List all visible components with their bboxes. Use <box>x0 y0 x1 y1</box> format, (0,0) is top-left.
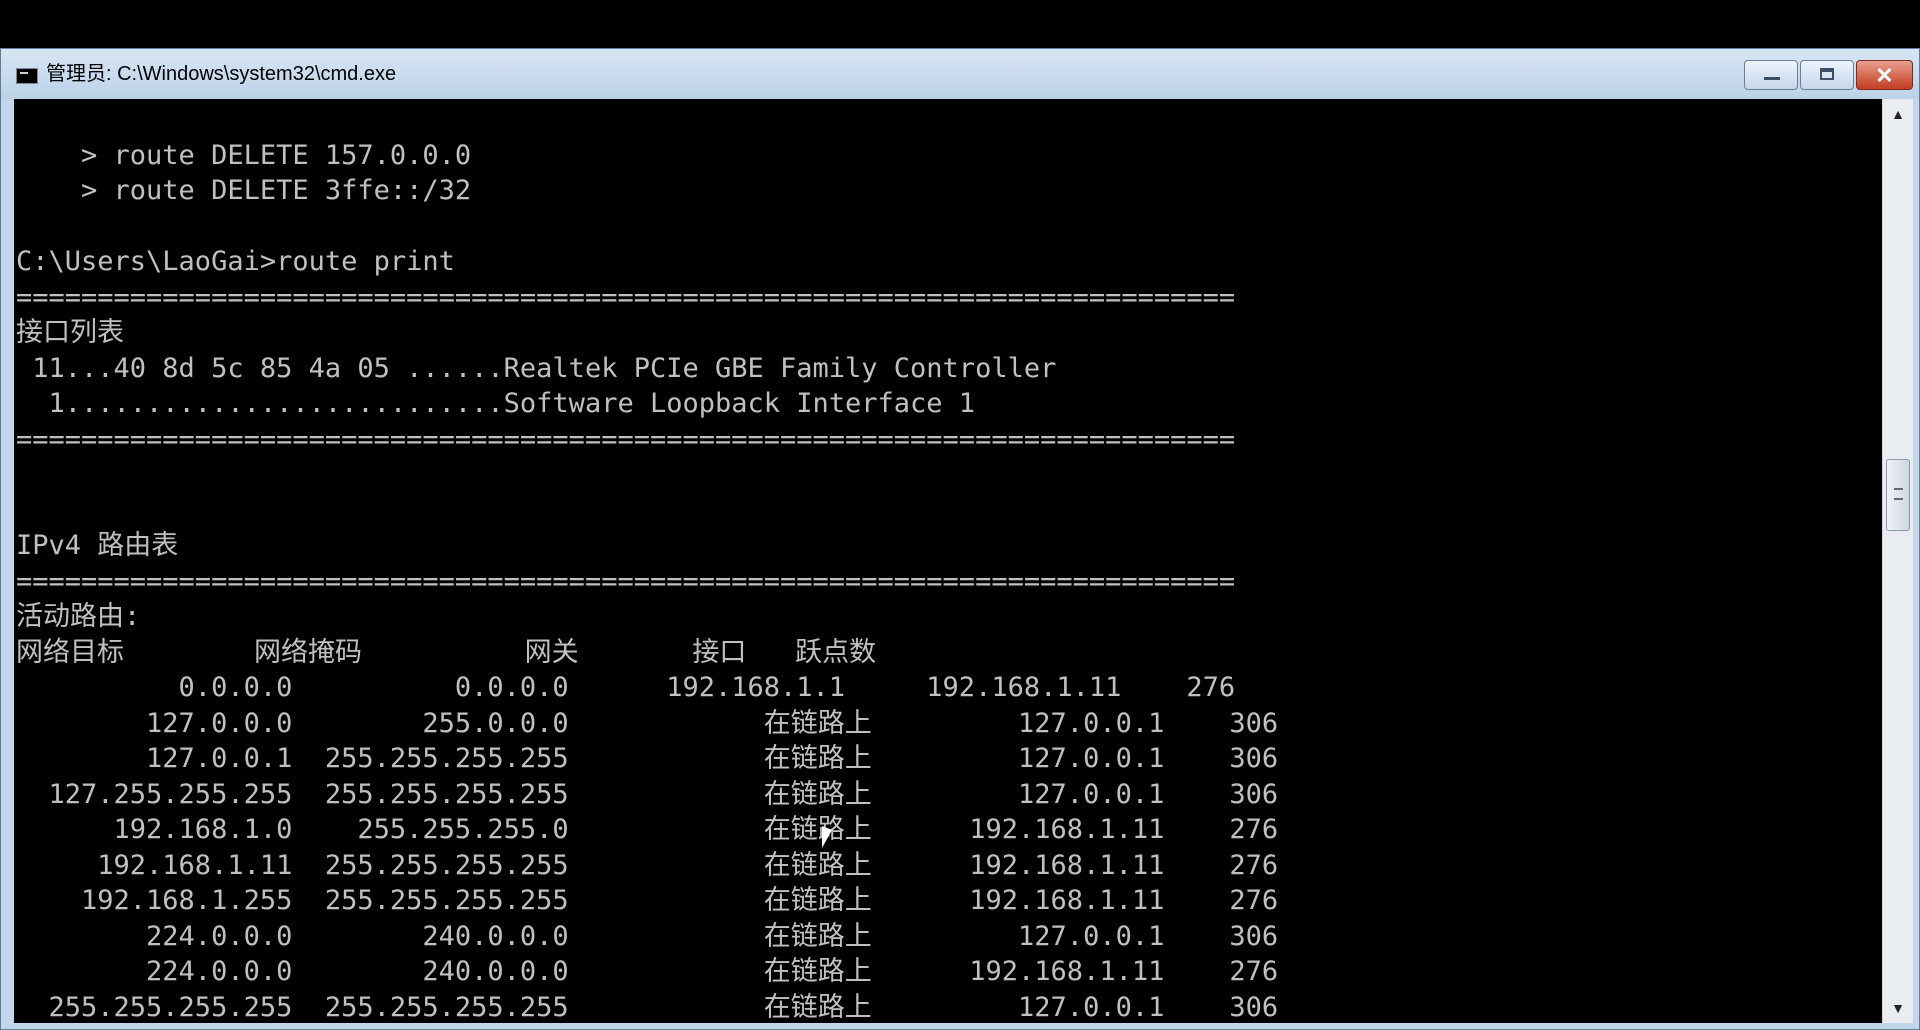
console-line: 224.0.0.0 240.0.0.0 在链路上 192.168.1.11 27… <box>16 956 1279 987</box>
console-line: 活动路由: <box>16 601 141 632</box>
window-title: 管理员: C:\Windows\system32\cmd.exe <box>46 63 397 85</box>
console-line: ========================================… <box>16 565 1236 597</box>
console-line: > route DELETE 157.0.0.0 <box>16 139 472 171</box>
console-line: 0.0.0.0 0.0.0.0 192.168.1.1 192.168.1.11… <box>16 672 1236 703</box>
console-line: 网络目标 网络掩码 网关 接口 跃点数 <box>16 636 877 668</box>
console-line: C:\Users\LaoGai>route print <box>16 246 455 277</box>
console-line: 127.0.0.1 255.255.255.255 在链路上 127.0.0.1… <box>16 743 1279 774</box>
console-line: 224.0.0.0 240.0.0.0 在链路上 127.0.0.1 306 <box>16 920 1279 952</box>
console-line: ========================================… <box>16 281 1236 313</box>
console-line: > route DELETE 3ffe::/32 <box>16 175 472 206</box>
vertical-scrollbar[interactable]: ▲ ▼ <box>1882 99 1913 1023</box>
console-line: ========================================… <box>16 423 1236 455</box>
console-line: 11...40 8d 5c 85 4a 05 ......Realtek PCI… <box>16 352 1057 384</box>
maximize-button[interactable] <box>1800 60 1854 90</box>
scroll-thumb[interactable] <box>1886 459 1910 531</box>
close-icon: ✕ <box>1875 63 1894 88</box>
cmd-icon[interactable] <box>16 68 38 84</box>
mouse-pointer-icon <box>822 826 832 848</box>
console-line: 192.168.1.11 255.255.255.255 在链路上 192.16… <box>16 849 1279 881</box>
cmd-window: 管理员: C:\Windows\system32\cmd.exe ✕ > rou… <box>0 48 1920 1030</box>
scroll-down-icon[interactable]: ▼ <box>1883 993 1913 1023</box>
scroll-up-icon[interactable]: ▲ <box>1883 99 1913 129</box>
title-bar[interactable]: 管理员: C:\Windows\system32\cmd.exe ✕ <box>1 49 1919 99</box>
console-line: 192.168.1.255 255.255.255.255 在链路上 192.1… <box>16 885 1279 916</box>
console-line: 255.255.255.255 255.255.255.255 在链路上 127… <box>16 991 1279 1023</box>
console-line: 127.0.0.0 255.0.0.0 在链路上 127.0.0.1 306 <box>16 707 1279 739</box>
console-line: IPv4 路由表 <box>16 530 179 561</box>
console-line: 127.255.255.255 255.255.255.255 在链路上 127… <box>16 778 1279 810</box>
console-line: 192.168.1.0 255.255.255.0 在链路上 192.168.1… <box>16 814 1279 845</box>
console-line: 接口列表 <box>16 317 124 348</box>
close-button[interactable]: ✕ <box>1856 60 1913 90</box>
console-output[interactable]: > route DELETE 157.0.0.0 > route DELETE … <box>14 99 1882 1023</box>
console-line: 1...........................Software Loo… <box>16 388 976 419</box>
minimize-button[interactable] <box>1744 60 1798 90</box>
